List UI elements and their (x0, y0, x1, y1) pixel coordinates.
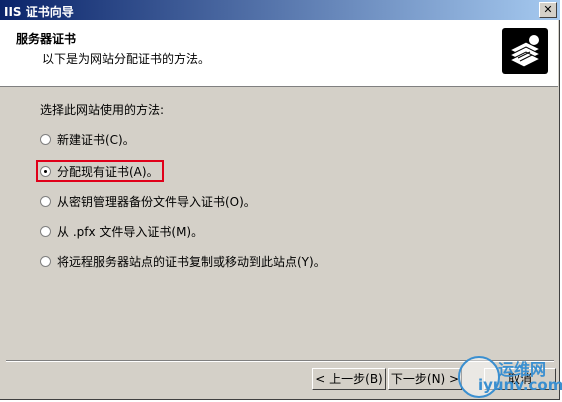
certificate-stack-icon (502, 28, 548, 74)
close-button[interactable]: ✕ (539, 2, 557, 18)
watermark-logo: 运维网 iyunv.com (458, 352, 562, 400)
wizard-header: 服务器证书 以下是为网站分配证书的方法。 (0, 20, 558, 87)
next-button[interactable]: 下一步(N) > (388, 368, 462, 390)
radio-import-pfx[interactable] (40, 225, 51, 237)
title-bar[interactable]: IIS 证书向导 ✕ (0, 0, 560, 20)
option-import-pfx[interactable]: 从 .pfx 文件导入证书(M)。 (40, 222, 203, 240)
iis-certificate-wizard-dialog: IIS 证书向导 ✕ 服务器证书 以下是为网站分配证书的方法。 选择此网站使用的… (0, 0, 562, 400)
radio-import-keymanager[interactable] (40, 195, 51, 207)
option-label[interactable]: 从密钥管理器备份文件导入证书(O)。 (57, 193, 256, 210)
option-copy-remote[interactable]: 将远程服务器站点的证书复制或移动到此站点(Y)。 (40, 252, 326, 270)
method-prompt: 选择此网站使用的方法: (40, 103, 165, 117)
radio-new-certificate[interactable] (40, 133, 51, 145)
wizard-body: 选择此网站使用的方法: 新建证书(C)。 分配现有证书(A)。 从密钥管理器备份… (0, 87, 558, 357)
option-import-keymanager[interactable]: 从密钥管理器备份文件导入证书(O)。 (40, 192, 256, 210)
option-label[interactable]: 从 .pfx 文件导入证书(M)。 (57, 223, 203, 240)
header-title: 服务器证书 (16, 32, 77, 46)
option-label[interactable]: 将远程服务器站点的证书复制或移动到此站点(Y)。 (57, 253, 326, 270)
back-button[interactable]: < 上一步(B) (312, 368, 386, 390)
watermark-en: iyunv.com (478, 376, 562, 394)
radio-copy-remote[interactable] (40, 255, 51, 267)
option-new-certificate[interactable]: 新建证书(C)。 (40, 130, 135, 148)
annotation-highlight-box (36, 160, 164, 182)
window-title: IIS 证书向导 (4, 5, 74, 19)
option-label[interactable]: 新建证书(C)。 (57, 131, 135, 148)
header-subtitle: 以下是为网站分配证书的方法。 (42, 52, 211, 66)
